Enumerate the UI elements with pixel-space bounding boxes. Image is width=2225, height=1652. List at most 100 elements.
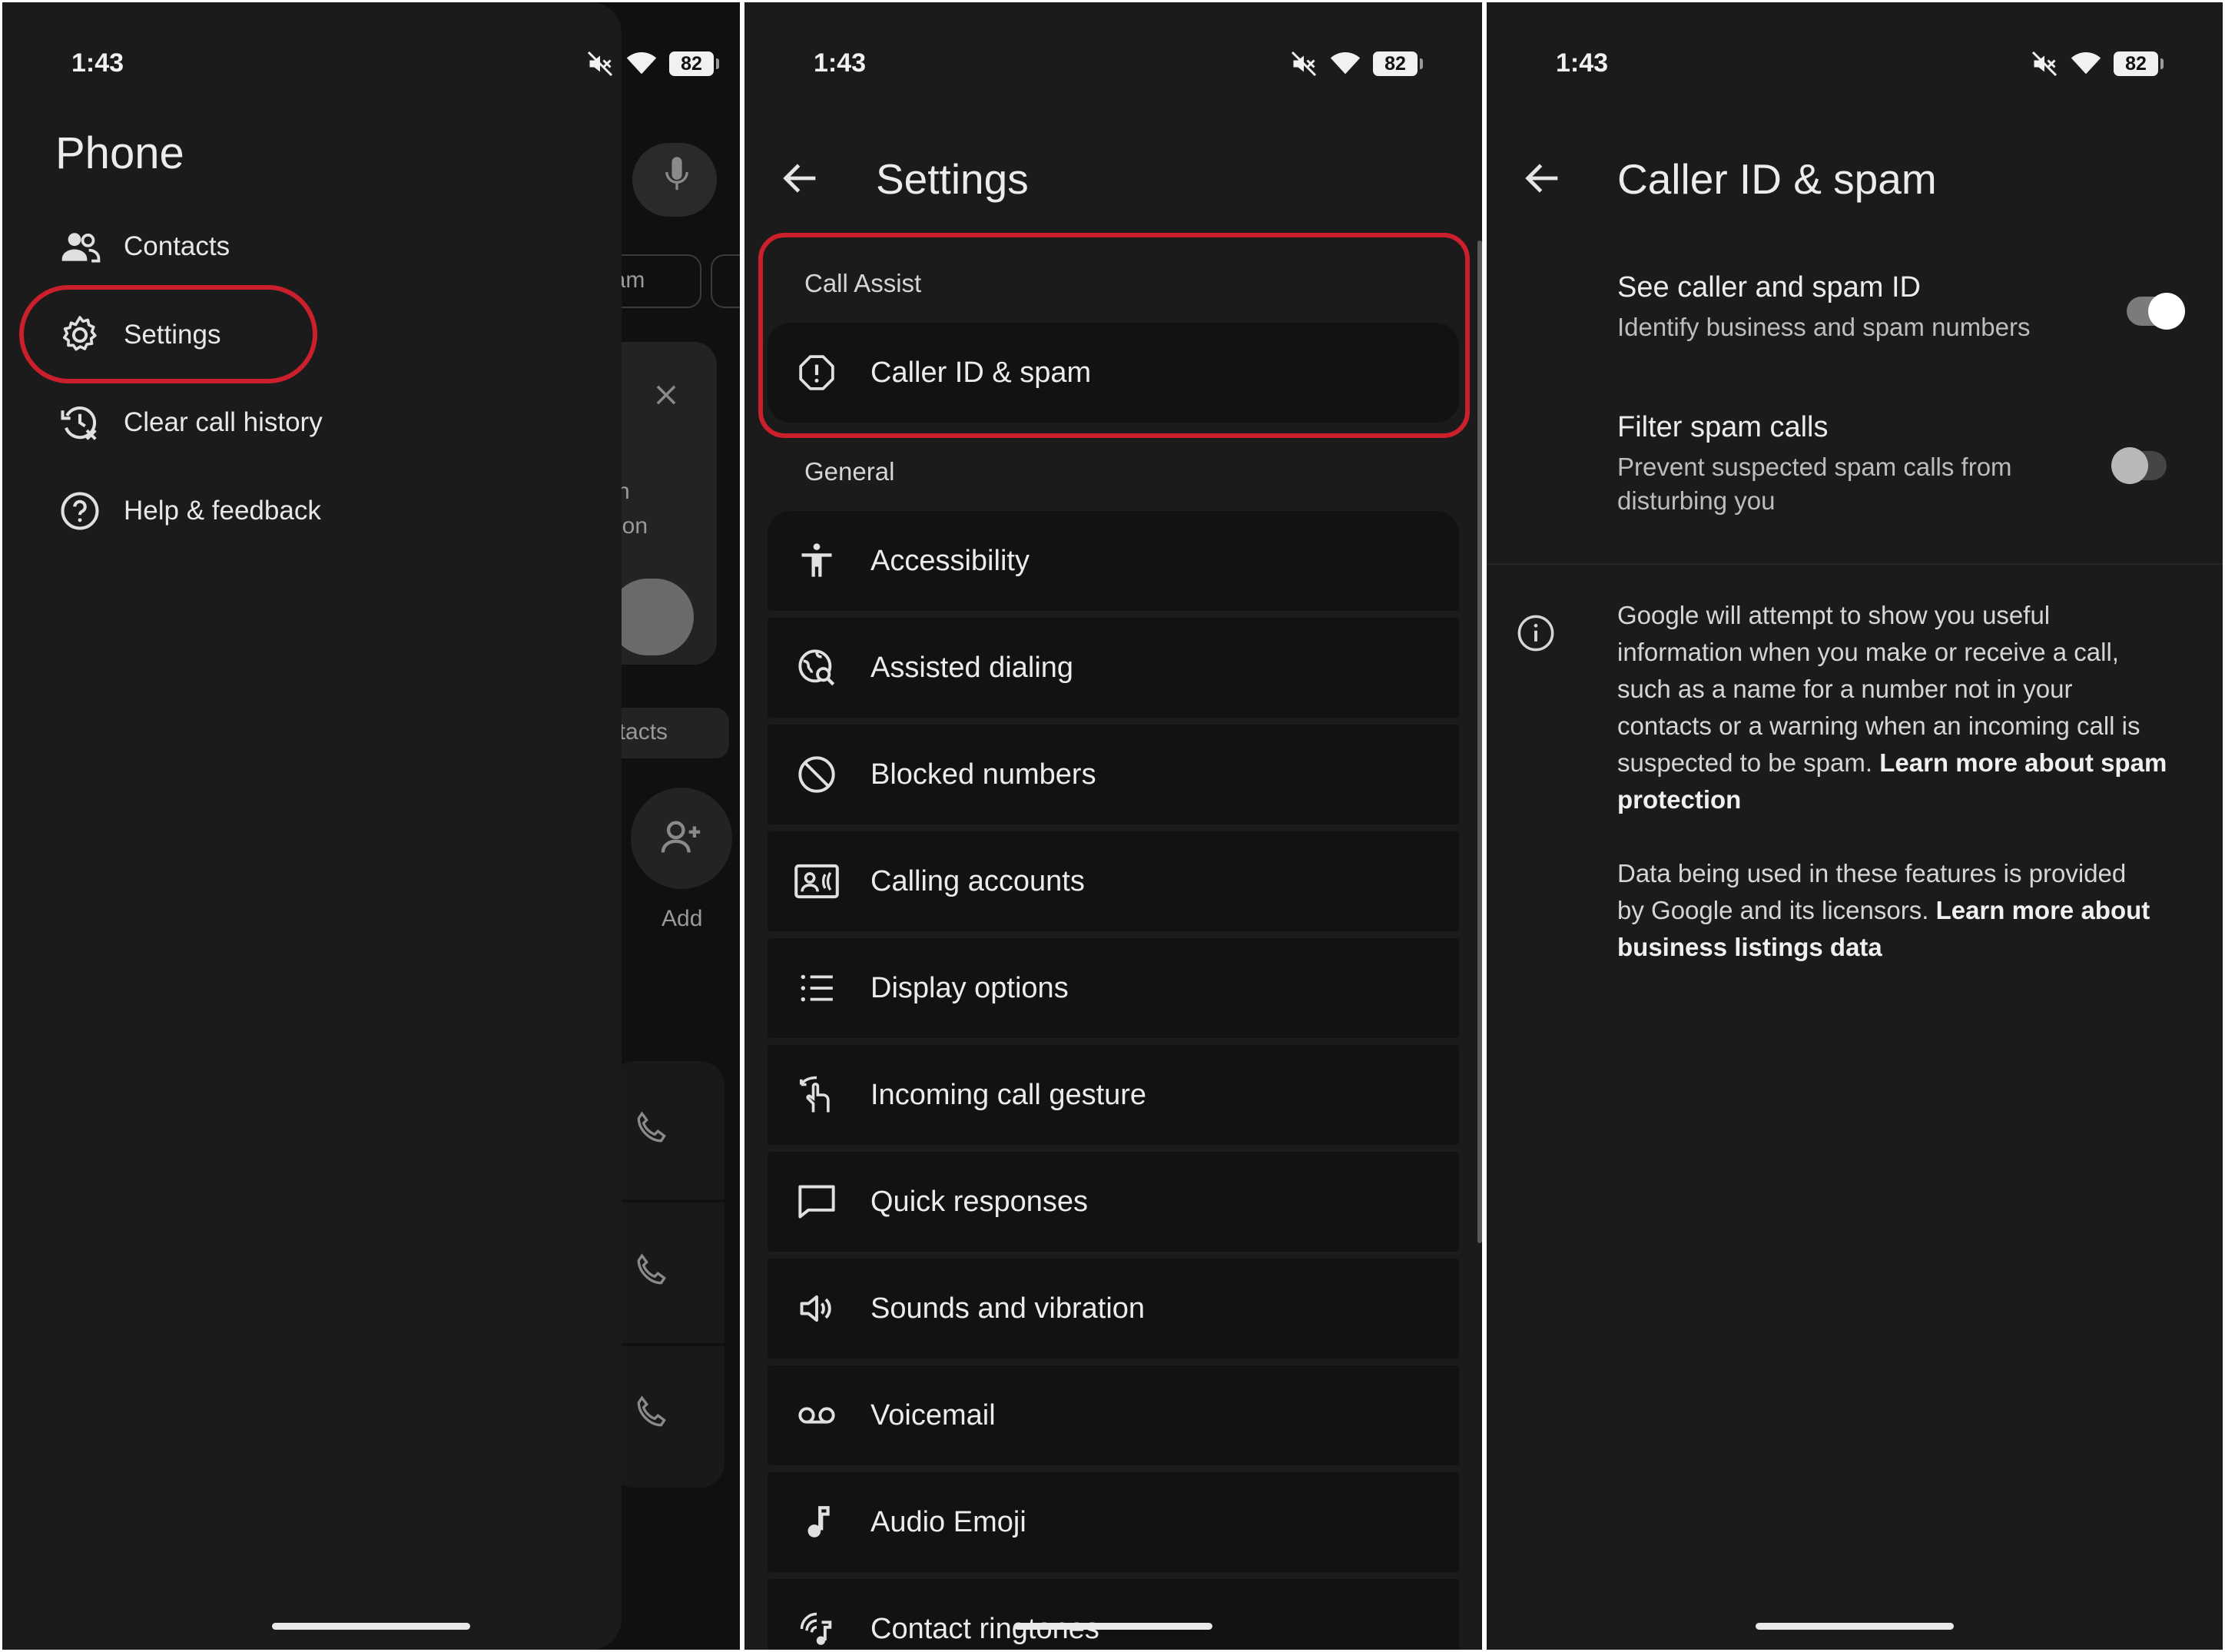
see-caller-toggle[interactable] (2127, 293, 2185, 330)
setting-subtitle-line-1: Prevent suspected spam calls from (1617, 453, 2012, 481)
bg-filter-chip-2 (711, 254, 740, 308)
ringtone-icon (800, 1612, 832, 1645)
status-icons: 82 (2031, 50, 2164, 78)
menu-label-contacts: Contacts (124, 231, 230, 261)
gesture-icon (799, 1076, 830, 1113)
calling-accounts-icon (794, 864, 839, 899)
status-bar: 1:43 82 (1487, 2, 2223, 118)
settings-item-quick-responses[interactable]: Quick responses (768, 1152, 1459, 1252)
settings-label-voicemail: Voicemail (870, 1398, 996, 1431)
status-time: 1:43 (71, 48, 124, 78)
settings-item-assisted-dialing[interactable]: Assisted dialing (768, 618, 1459, 718)
setting-filter-spam-calls[interactable]: Filter spam calls Prevent suspected spam… (1617, 411, 2140, 518)
navigation-drawer: 1:43 82 Phone Contacts Settings Clear ca… (2, 2, 719, 1650)
toggle-knob (2148, 293, 2185, 330)
setting-title: See caller and spam ID (1617, 271, 1921, 304)
settings-label-assisted-dialing: Assisted dialing (870, 651, 1074, 684)
phone-drawer-screen: pam h ion ntacts Add 1:43 82 Phone Conta… (2, 2, 740, 1650)
info-line: by Google and its licensors. (1617, 896, 1929, 924)
setting-see-caller-spam-id[interactable]: See caller and spam ID Identify business… (1617, 271, 2140, 344)
mute-icon (1291, 51, 1317, 77)
status-bar: 1:43 82 (744, 2, 1482, 118)
volume-icon (800, 1295, 831, 1322)
clear-history-icon (61, 406, 97, 440)
setting-subtitle: Prevent suspected spam calls from distur… (1617, 450, 2140, 518)
learn-more-listings-link[interactable]: Learn more about (1936, 896, 2150, 924)
battery-indicator: 82 (2114, 51, 2164, 76)
assisted-dialing-icon (798, 649, 835, 686)
filter-spam-toggle[interactable] (2111, 447, 2167, 484)
settings-item-voicemail[interactable]: Voicemail (768, 1365, 1459, 1465)
info-line: contacts or a warning when an incoming c… (1617, 712, 2140, 740)
wifi-icon (626, 52, 657, 75)
settings-item-calling-accounts[interactable]: Calling accounts (768, 831, 1459, 931)
gesture-bar[interactable] (1014, 1623, 1212, 1630)
divider (1487, 563, 2223, 565)
settings-item-audio-emoji[interactable]: Audio Emoji (768, 1472, 1459, 1572)
close-icon (656, 385, 676, 405)
settings-item-sounds-vibration[interactable]: Sounds and vibration (768, 1259, 1459, 1358)
voicemail-icon (798, 1407, 835, 1424)
status-icons: 82 (1290, 50, 1423, 78)
settings-label-incoming-call-gesture: Incoming call gesture (870, 1078, 1147, 1111)
settings-label-quick-responses: Quick responses (870, 1185, 1089, 1218)
mute-icon (587, 51, 613, 77)
mute-icon (2031, 51, 2058, 77)
status-icons: 82 (586, 50, 719, 78)
wifi-icon (1330, 52, 1361, 75)
menu-item-contacts[interactable]: Contacts (30, 204, 583, 289)
settings-label-accessibility: Accessibility (870, 544, 1030, 577)
status-bar: 1:43 82 (2, 2, 719, 118)
phone-icon (637, 1395, 666, 1427)
caller-id-info-text: Google will attempt to show you useful i… (1617, 597, 2201, 818)
gesture-bar[interactable] (272, 1623, 470, 1630)
data-source-info-text: Data being used in these features is pro… (1617, 855, 2201, 966)
phone-icon (637, 1111, 666, 1143)
status-time: 1:43 (814, 48, 867, 78)
page-title: Settings (876, 155, 1029, 203)
setting-subtitle-line-2: disturbing you (1617, 486, 1776, 515)
info-line: information when you make or receive a c… (1617, 638, 2119, 666)
scrollbar[interactable] (1477, 241, 1482, 1243)
settings-label-blocked-numbers: Blocked numbers (870, 758, 1096, 791)
gesture-bar[interactable] (1756, 1623, 1954, 1630)
add-person-icon (661, 821, 701, 853)
back-arrow-icon[interactable] (1520, 156, 1565, 201)
learn-more-listings-link-cont[interactable]: business listings data (1617, 933, 1882, 961)
learn-more-spam-link[interactable]: Learn more about spam (1879, 748, 2167, 777)
highlight-settings-oval (19, 285, 317, 383)
learn-more-spam-link-cont[interactable]: protection (1617, 785, 1741, 814)
help-icon (61, 492, 99, 530)
accessibility-icon (801, 543, 832, 577)
settings-label-calling-accounts: Calling accounts (870, 864, 1085, 897)
info-line: such as a name for a number not in your (1617, 675, 2073, 703)
menu-label-help-feedback: Help & feedback (124, 496, 321, 526)
settings-label-sounds-vibration: Sounds and vibration (870, 1292, 1146, 1325)
settings-item-incoming-call-gesture[interactable]: Incoming call gesture (768, 1045, 1459, 1145)
info-icon (1517, 615, 1554, 652)
menu-item-clear-call-history[interactable]: Clear call history (30, 380, 583, 465)
settings-item-blocked-numbers[interactable]: Blocked numbers (768, 725, 1459, 824)
settings-item-display-options[interactable]: Display options (768, 938, 1459, 1038)
status-time: 1:43 (1556, 48, 1609, 78)
settings-label-display-options: Display options (870, 971, 1069, 1004)
settings-label-audio-emoji: Audio Emoji (870, 1505, 1026, 1538)
bg-toggle-button (609, 579, 694, 655)
battery-indicator: 82 (1373, 51, 1423, 76)
menu-item-help-feedback[interactable]: Help & feedback (30, 469, 583, 553)
settings-item-accessibility[interactable]: Accessibility (768, 511, 1459, 611)
settings-item-contact-ringtones[interactable]: Contact ringtones (768, 1579, 1459, 1650)
back-arrow-icon[interactable] (778, 156, 823, 201)
page-title: Caller ID & spam (1617, 155, 1937, 203)
info-line: Data being used in these features is pro… (1617, 859, 2127, 887)
info-line: Google will attempt to show you useful (1617, 601, 2051, 629)
info-line: suspected to be spam. (1617, 748, 1873, 777)
battery-indicator: 82 (669, 51, 719, 76)
drawer-title: Phone (55, 128, 184, 178)
settings-screen: 1:43 82 Settings Call Assist Caller ID &… (744, 2, 1482, 1650)
setting-subtitle: Identify business and spam numbers (1617, 313, 2031, 341)
list-icon (801, 974, 833, 1002)
setting-title: Filter spam calls (1617, 411, 1829, 443)
phone-icon (637, 1253, 666, 1285)
caller-id-spam-screen: 1:43 82 Caller ID & spam See caller and … (1487, 2, 2223, 1650)
